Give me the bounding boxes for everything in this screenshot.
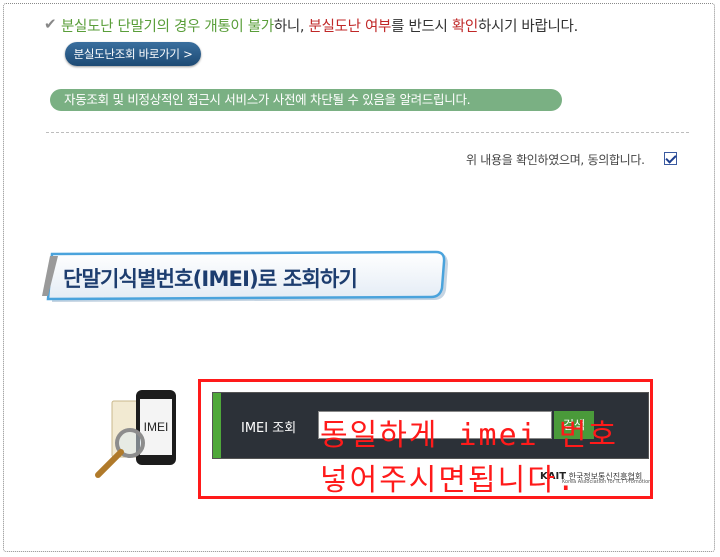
section-banner: 단말기식별번호(IMEI)로 조회하기 — [40, 250, 450, 305]
notice-part5: 확인 — [451, 19, 478, 35]
lost-device-notice: ✔ 분실도난 단말기의 경우 개통이 불가하니, 분실도난 여부를 반드시 확인… — [44, 15, 578, 36]
agree-label: 위 내용을 확인하였으며, 동의합니다. — [466, 153, 645, 167]
annotation-line1: 동일하게 imei 번호 — [320, 418, 618, 453]
phone-screen-text: IMEI — [144, 420, 169, 434]
notice-part3: 분실도난 여부 — [308, 19, 392, 35]
agree-checkbox[interactable] — [664, 152, 677, 165]
phone-magnifier-icon: IMEI — [95, 390, 176, 478]
divider — [46, 132, 689, 133]
section-title: 단말기식별번호(IMEI)로 조회하기 — [63, 267, 358, 291]
check-icon: ✔ — [44, 15, 57, 33]
block-notice-bar: 자동조회 및 비정상적인 접근시 서비스가 사전에 차단될 수 있음을 알려드립… — [50, 89, 562, 111]
phone-illustration: IMEI — [92, 385, 182, 485]
notice-part4: 를 반드시 — [391, 19, 452, 35]
notice-part6: 하시기 바랍니다. — [477, 19, 578, 35]
notice-part2: 하니, — [273, 19, 309, 35]
lost-lookup-button[interactable]: 분실도난조회 바로가기 > — [65, 42, 201, 66]
annotation-line2: 넣어주시면됩니다. — [320, 463, 577, 498]
notice-part1: 분실도난 단말기의 경우 개통이 불가 — [61, 19, 274, 35]
